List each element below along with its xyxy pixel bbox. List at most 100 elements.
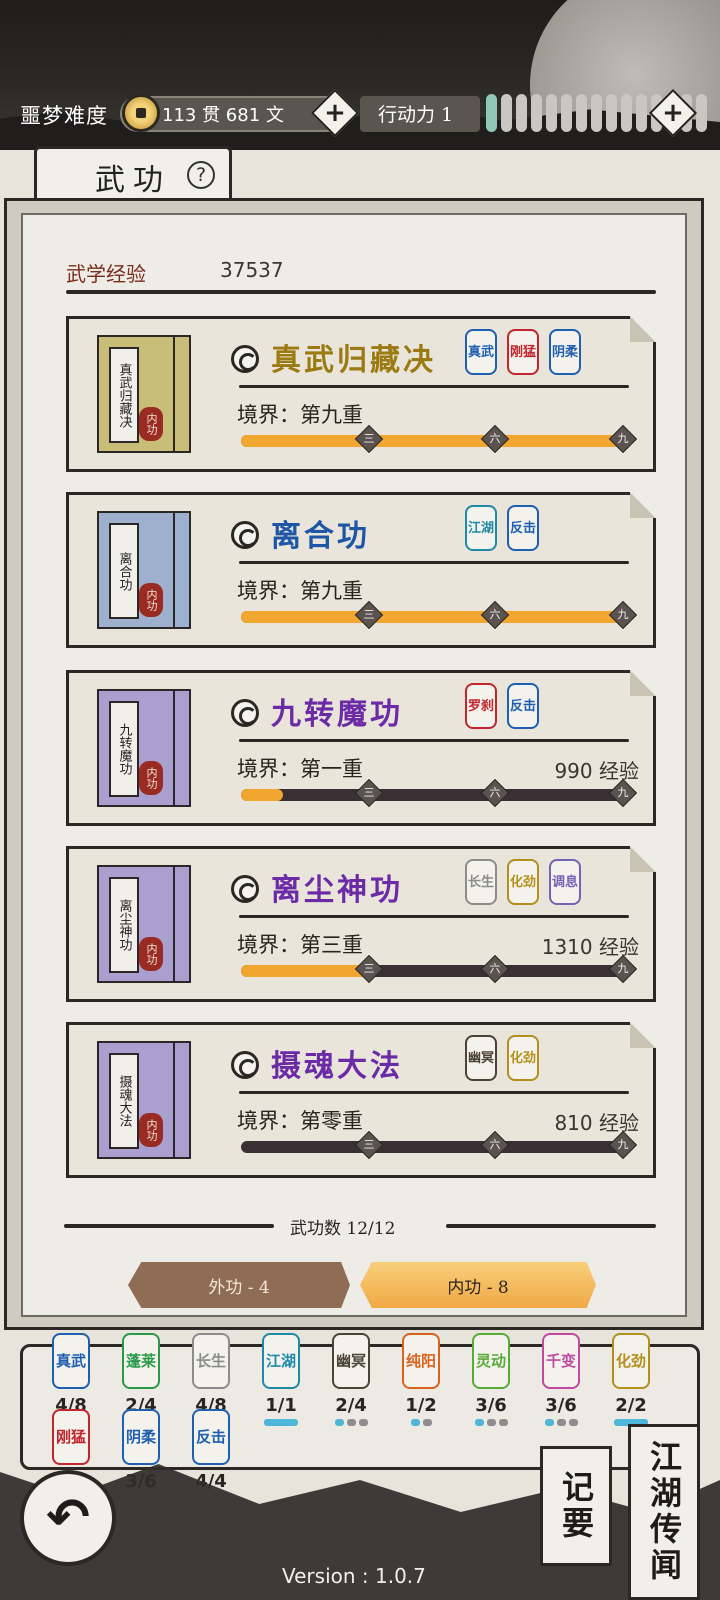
progress-fill	[241, 965, 368, 977]
help-icon[interactable]: ?	[187, 161, 215, 189]
category-pip	[264, 1419, 298, 1426]
divider	[239, 385, 629, 388]
experience-label: 武学经验	[66, 262, 146, 286]
progress-mark-label: 三	[363, 432, 375, 445]
book-spine	[173, 691, 189, 805]
progress-mark: 三	[354, 424, 384, 454]
swirl-icon	[231, 875, 259, 903]
realm-label: 境界：	[237, 1109, 300, 1133]
category-item[interactable]: 蓬莱 2/4	[111, 1333, 171, 1419]
skill-card[interactable]: 摄魂大法 内功 摄魂大法 幽冥 化劲 境界：第零重 810 经验 三 六 九	[66, 1022, 656, 1178]
progress-mark-label: 三	[363, 786, 375, 799]
category-pip	[422, 1419, 432, 1426]
progress-mark-label: 九	[617, 432, 629, 445]
category-item[interactable]: 纯阳 1/2	[391, 1333, 451, 1426]
category-item[interactable]: 刚猛	[41, 1409, 101, 1471]
category-tag: 灵动	[472, 1333, 510, 1389]
realm-value: 第三重	[300, 933, 363, 957]
action-point-segment	[606, 94, 617, 132]
action-point-segment	[696, 94, 707, 132]
progress-mark: 三	[354, 600, 384, 630]
tab-inner-skills[interactable]: 内功 - 8	[360, 1262, 596, 1308]
skill-exp: 810 经验	[554, 1107, 639, 1136]
skill-card[interactable]: 离尘神功 内功 离尘神功 长生 化劲 调息 境界：第三重 1310 经验 三 六 九	[66, 846, 656, 1002]
category-pip	[334, 1419, 344, 1426]
action-point-segment	[531, 94, 542, 132]
action-point-segment	[591, 94, 602, 132]
category-pip	[544, 1419, 554, 1426]
category-pip	[410, 1419, 420, 1426]
skill-exp: 990 经验	[554, 755, 639, 784]
skill-tag: 反击	[507, 505, 539, 551]
realm-label: 境界：	[237, 933, 300, 957]
category-tag: 阴柔	[122, 1409, 160, 1465]
currency-value: 113 贯 681 文	[162, 105, 284, 126]
progress-mark-label: 九	[617, 786, 629, 799]
realm-text: 境界：第一重	[237, 753, 363, 783]
skill-name: 摄魂大法	[271, 1049, 403, 1084]
skill-exp-unit: 经验	[592, 1111, 639, 1135]
category-pip	[346, 1419, 356, 1426]
progress-mark-label: 六	[489, 432, 501, 445]
version-label: Version : 1.0.7	[282, 1564, 426, 1588]
divider	[239, 561, 629, 564]
skill-exp-value: 1310	[541, 935, 593, 959]
skill-exp-unit: 经验	[592, 759, 639, 783]
realm-value: 第九重	[300, 579, 363, 603]
progress-mark: 三	[354, 778, 384, 808]
category-item[interactable]: 化劲 2/2	[601, 1333, 661, 1426]
realm-label: 境界：	[237, 403, 300, 427]
progress-mark-label: 六	[489, 608, 501, 621]
category-tag: 江湖	[262, 1333, 300, 1389]
progress-fill	[241, 789, 284, 801]
progress-mark: 三	[354, 1130, 384, 1160]
divider	[239, 1091, 629, 1094]
skill-book-icon: 九转魔功 内功	[97, 689, 191, 807]
skill-type-seal: 内功	[139, 407, 163, 441]
category-tag: 千变	[542, 1333, 580, 1389]
progress-mark: 三	[354, 954, 384, 984]
skill-count: 武功数 12/12	[290, 1219, 396, 1239]
category-item[interactable]: 江湖 1/1	[251, 1333, 311, 1426]
realm-text: 境界：第零重	[237, 1105, 363, 1135]
skill-card[interactable]: 离合功 内功 离合功 江湖 反击 境界：第九重 三 六 九	[66, 492, 656, 648]
skill-tag: 化劲	[507, 859, 539, 905]
progress-mark-label: 六	[489, 1138, 501, 1151]
category-count: 1/2	[405, 1395, 437, 1416]
skill-tag: 长生	[465, 859, 497, 905]
book-label: 离尘神功	[109, 877, 139, 973]
skill-tag: 反击	[507, 683, 539, 729]
category-item[interactable]: 真武 4/8	[41, 1333, 101, 1419]
realm-value: 第零重	[300, 1109, 363, 1133]
realm-text: 境界：第九重	[237, 575, 363, 605]
progress-mark-label: 六	[489, 962, 501, 975]
progress-fill	[241, 611, 623, 623]
divider	[64, 1224, 274, 1228]
action-point-segment	[621, 94, 632, 132]
category-item[interactable]: 千变 3/6	[531, 1333, 591, 1426]
category-tag: 蓬莱	[122, 1333, 160, 1389]
category-count: 1/1	[265, 1395, 297, 1416]
category-item[interactable]: 幽冥 2/4	[321, 1333, 381, 1426]
category-item[interactable]: 灵动 3/6	[461, 1333, 521, 1426]
category-item[interactable]: 长生 4/8	[181, 1333, 241, 1419]
category-pip	[498, 1419, 508, 1426]
realm-value: 第一重	[300, 757, 363, 781]
realm-label: 境界：	[237, 579, 300, 603]
category-pips	[531, 1419, 591, 1426]
rumors-button[interactable]: 江湖传闻	[628, 1424, 700, 1600]
action-point-segment	[486, 94, 497, 132]
skill-card[interactable]: 真武归藏决 内功 真武归藏决 真武 刚猛 阴柔 境界：第九重 三 六 九	[66, 316, 656, 472]
tab-outer-skills[interactable]: 外功 - 4	[128, 1262, 350, 1308]
category-count: 3/6	[475, 1395, 507, 1416]
skill-type-seal: 内功	[139, 761, 163, 795]
progress-mark-label: 九	[617, 608, 629, 621]
skill-exp-unit: 经验	[592, 935, 639, 959]
progress-mark-label: 六	[489, 786, 501, 799]
category-count: 2/4	[335, 1395, 367, 1416]
book-label: 摄魂大法	[109, 1053, 139, 1149]
skill-card[interactable]: 九转魔功 内功 九转魔功 罗刹 反击 境界：第一重 990 经验 三 六 九	[66, 670, 656, 826]
back-button[interactable]: ↶	[20, 1470, 116, 1566]
journal-button[interactable]: 记要	[540, 1446, 612, 1566]
progress-mark-label: 三	[363, 608, 375, 621]
